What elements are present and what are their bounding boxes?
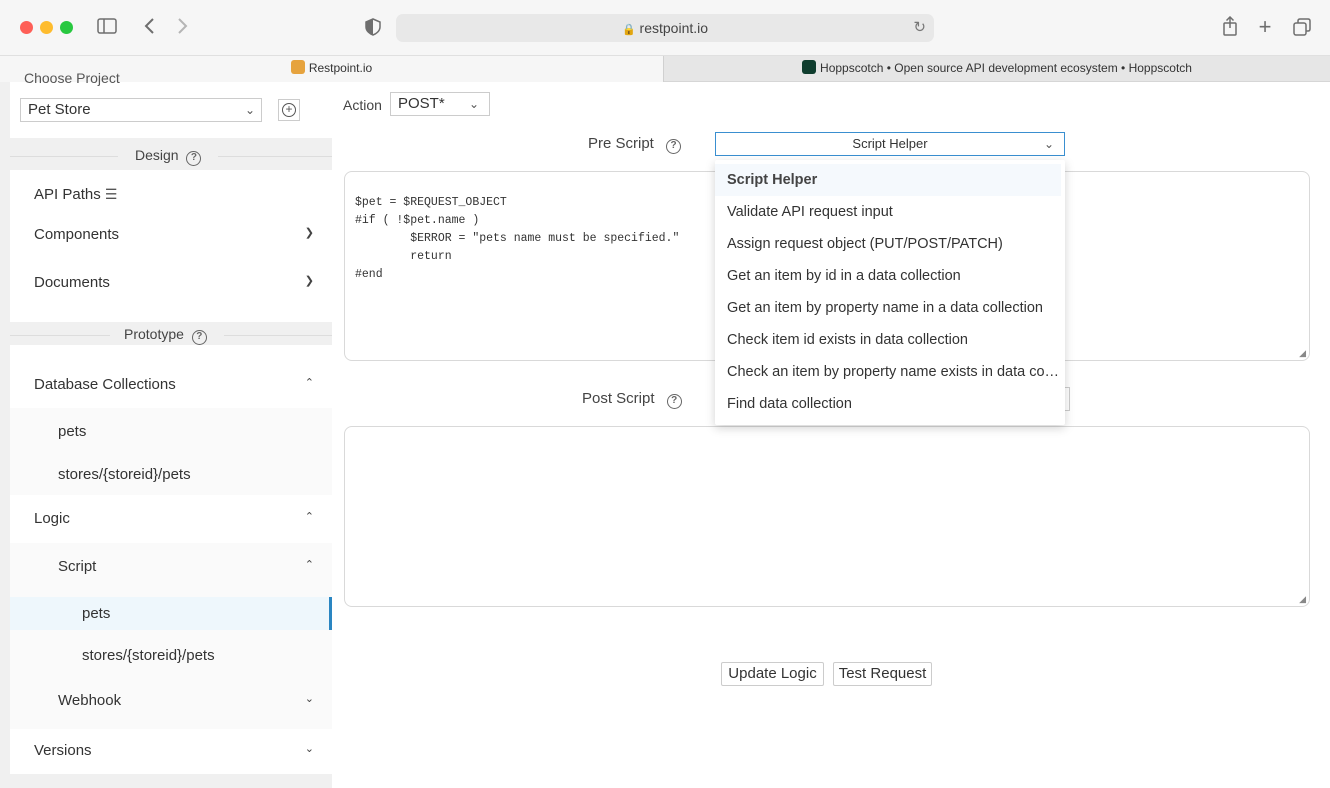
- lock-icon: 🔒: [621, 24, 636, 36]
- chevron-down-icon: ⌄: [304, 743, 314, 755]
- post-script-label-row: Post Script ?: [582, 390, 682, 409]
- help-icon[interactable]: ?: [666, 139, 682, 154]
- choose-project-label: Choose Project: [24, 70, 120, 86]
- chevron-up-icon: ⌃: [304, 511, 314, 523]
- logic-label: Logic: [34, 510, 70, 527]
- script-helper-select[interactable]: Script Helper ⌄: [715, 132, 1065, 156]
- logic-group: Script ⌃ pets stores/{storeid}/pets Webh…: [10, 543, 332, 729]
- prototype-heading: Prototype: [124, 326, 184, 342]
- post-script-label: Post Script: [582, 390, 655, 407]
- documents-item[interactable]: Documents ❯: [10, 274, 332, 291]
- webhook-item[interactable]: Webhook ⌄: [10, 692, 332, 709]
- project-select[interactable]: Pet Store ⌄: [20, 98, 262, 122]
- privacy-shield-icon[interactable]: [364, 18, 382, 40]
- chevron-up-icon: ⌃: [304, 559, 314, 571]
- dropdown-option-find-collection[interactable]: Find data collection: [715, 388, 1061, 420]
- forward-icon[interactable]: [174, 17, 192, 39]
- versions-item[interactable]: Versions ⌄: [10, 742, 332, 759]
- script-item-stores-pets[interactable]: stores/{storeid}/pets: [10, 647, 332, 664]
- dropdown-option-check-item-property[interactable]: Check an item by property name exists in…: [715, 356, 1061, 388]
- address-bar[interactable]: 🔒 restpoint.io ↻: [396, 14, 934, 42]
- dropdown-option-assign-request-object[interactable]: Assign request object (PUT/POST/PATCH): [715, 228, 1061, 260]
- help-icon[interactable]: ?: [666, 394, 682, 409]
- webhook-label: Webhook: [58, 692, 122, 709]
- reload-icon[interactable]: ↻: [913, 14, 926, 42]
- browser-toolbar: 🔒 restpoint.io ↻ +: [0, 0, 1330, 56]
- pre-script-code: $pet = $REQUEST_OBJECT #if ( !$pet.name …: [355, 196, 680, 281]
- prototype-divider: Prototype ?: [10, 323, 332, 347]
- update-logic-button[interactable]: Update Logic: [721, 662, 824, 686]
- dropdown-option-script-helper[interactable]: Script Helper: [715, 164, 1061, 196]
- dropdown-option-get-item-by-property[interactable]: Get an item by property name in a data c…: [715, 292, 1061, 324]
- url-text: restpoint.io: [639, 20, 709, 36]
- resize-handle-icon[interactable]: ◢: [1299, 594, 1306, 605]
- minimize-window-button[interactable]: [40, 21, 53, 34]
- script-helper-dropdown: Script Helper Validate API request input…: [715, 160, 1065, 425]
- script-item-pets-selected[interactable]: pets: [10, 597, 332, 630]
- tab-overview-icon[interactable]: [1292, 18, 1312, 40]
- project-select-value: Pet Store: [28, 101, 91, 118]
- documents-label: Documents: [34, 274, 110, 291]
- versions-label: Versions: [34, 742, 92, 759]
- chevron-down-icon: ⌄: [468, 97, 479, 111]
- pre-script-label-row: Pre Script ?: [588, 135, 682, 154]
- db-item-pets[interactable]: pets: [10, 423, 332, 440]
- dropdown-option-validate-input[interactable]: Validate API request input: [715, 196, 1061, 228]
- action-label: Action: [343, 97, 382, 113]
- add-project-button[interactable]: +: [278, 99, 300, 121]
- tab-label: Restpoint.io: [308, 61, 373, 75]
- resize-handle-icon[interactable]: ◢: [1299, 348, 1306, 359]
- hoppscotch-favicon-icon: [802, 60, 817, 74]
- script-label: Script: [58, 558, 97, 575]
- chevron-up-icon: ⌃: [304, 377, 314, 389]
- script-helper-value: Script Helper: [852, 136, 928, 151]
- add-circle-icon: +: [282, 103, 296, 117]
- api-paths-link[interactable]: API Paths ☰: [10, 186, 332, 203]
- back-icon[interactable]: [140, 17, 158, 39]
- chevron-down-icon: ⌄: [1043, 137, 1054, 151]
- api-paths-label: API Paths: [34, 186, 101, 203]
- share-icon[interactable]: [1220, 15, 1240, 40]
- help-icon[interactable]: ?: [186, 151, 202, 166]
- dropdown-option-get-item-by-id[interactable]: Get an item by id in a data collection: [715, 260, 1061, 292]
- database-collections-item[interactable]: Database Collections ⌃: [10, 376, 332, 393]
- design-heading: Design: [135, 147, 179, 163]
- db-item-stores-pets[interactable]: stores/{storeid}/pets: [10, 466, 332, 483]
- prototype-panel: Database Collections ⌃ pets stores/{stor…: [10, 345, 332, 774]
- dropdown-option-check-item-id[interactable]: Check item id exists in data collection: [715, 324, 1061, 356]
- tab-label: Hoppscotch • Open source API development…: [820, 61, 1192, 75]
- test-request-button[interactable]: Test Request: [833, 662, 932, 686]
- design-panel: API Paths ☰ Components ❯ Documents ❯: [10, 170, 332, 322]
- page-content: Choose Project Pet Store ⌄ + Design ? AP…: [0, 70, 1330, 788]
- sidebar: Choose Project Pet Store ⌄ + Design ? AP…: [10, 70, 332, 774]
- design-divider: Design ?: [10, 144, 332, 168]
- help-icon[interactable]: ?: [191, 330, 207, 345]
- sidebar-toggle-icon[interactable]: [96, 18, 118, 38]
- script-item[interactable]: Script ⌃: [10, 558, 332, 575]
- project-panel: Choose Project Pet Store ⌄ +: [10, 70, 332, 138]
- database-collections-label: Database Collections: [34, 376, 176, 393]
- components-label: Components: [34, 226, 120, 243]
- new-tab-icon[interactable]: +: [1255, 16, 1275, 38]
- db-items-group: pets stores/{storeid}/pets: [10, 408, 332, 495]
- chevron-down-icon: ❯: [304, 227, 314, 239]
- chevron-down-icon: ⌄: [244, 103, 255, 117]
- logic-item[interactable]: Logic ⌃: [10, 510, 332, 527]
- tab-hoppscotch[interactable]: Hoppscotch • Open source API development…: [664, 56, 1330, 82]
- chevron-down-icon: ❯: [304, 275, 314, 287]
- list-icon: ☰: [104, 186, 118, 202]
- tab-bar: Restpoint.io Hoppscotch • Open source AP…: [0, 56, 1330, 82]
- chevron-down-icon: ⌄: [304, 693, 314, 705]
- post-script-editor[interactable]: ◢: [344, 426, 1310, 607]
- pre-script-label: Pre Script: [588, 135, 654, 152]
- action-select-value: POST*: [398, 95, 445, 112]
- restpoint-favicon-icon: [290, 60, 305, 74]
- close-window-button[interactable]: [20, 21, 33, 34]
- components-item[interactable]: Components ❯: [10, 226, 332, 243]
- maximize-window-button[interactable]: [60, 21, 73, 34]
- script-item-pets: pets: [82, 605, 111, 622]
- action-select[interactable]: POST* ⌄: [390, 92, 490, 116]
